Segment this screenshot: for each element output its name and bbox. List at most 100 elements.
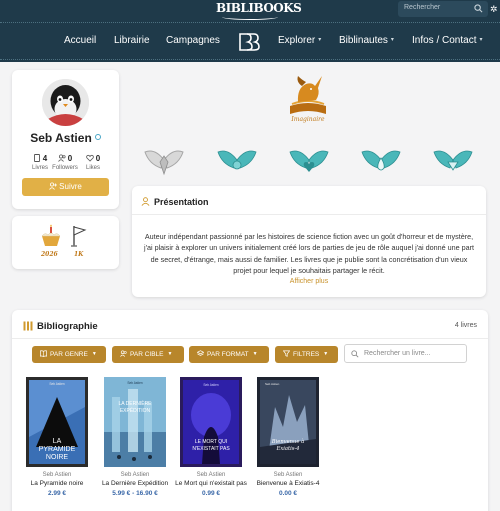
cover-author: Seb Astien: [265, 382, 280, 386]
nav-accueil[interactable]: Accueil: [64, 35, 96, 46]
chevron-down-icon: ▼: [323, 351, 329, 357]
layers-icon: [197, 350, 204, 356]
book-title[interactable]: La Pyramide noire: [15, 480, 99, 487]
chevron-down-icon: ▼: [91, 351, 97, 357]
nav-label: Librairie: [114, 35, 150, 46]
book-author[interactable]: Seb Astien: [246, 472, 330, 478]
site-search-placeholder: Rechercher: [404, 4, 441, 11]
stat-followers-value: 0: [50, 154, 80, 163]
main-nav: Accueil Librairie Campagnes Explorer ▾ Bi…: [0, 22, 500, 62]
stat-label: Followers: [52, 165, 78, 171]
cover-title-line2: PYRAMIDE: [39, 446, 76, 453]
nav-label: Campagnes: [166, 35, 220, 46]
filter-label: FILTRES: [293, 351, 320, 358]
bookshelf-icon: [23, 321, 33, 331]
filter-label: PAR CIBLE: [130, 351, 164, 358]
verified-icon: [94, 134, 101, 140]
book-price: 0.99 €: [201, 490, 221, 497]
book-author[interactable]: Seb Astien: [15, 472, 99, 478]
teal-wings-icon[interactable]: [216, 146, 258, 178]
cover-author: Seb Astien: [49, 382, 64, 386]
book-cover-exiatis[interactable]: Seb Astien Bienvenue à Exiatis-4: [257, 377, 319, 467]
book-cover-mort[interactable]: Seb Astien LE MORT QUI N'EXISTAIT PAS: [180, 377, 242, 467]
book-search-placeholder: Rechercher un livre...: [364, 350, 431, 357]
book-author[interactable]: Seb Astien: [93, 472, 177, 478]
presentation-text: Auteur indépendant passionné par les his…: [144, 232, 474, 275]
cake-icon[interactable]: [39, 224, 63, 248]
book-price: 2.99 €: [47, 490, 67, 497]
nav-label: Accueil: [64, 35, 97, 46]
stat-value: 0: [95, 154, 101, 163]
grey-wings-icon[interactable]: [143, 146, 185, 178]
badge-label: 2026: [41, 251, 58, 258]
chevron-down-icon: ▾: [390, 37, 394, 43]
filter-label: PAR FORMAT: [207, 351, 249, 358]
nav-biblinautes[interactable]: Biblinautes ▾: [339, 35, 394, 46]
book-icon: [33, 154, 40, 162]
cover-title-line1: LE MORT QUI: [195, 439, 227, 445]
filter-more-button[interactable]: FILTRES ▼: [275, 346, 338, 363]
presentation-card: Présentation Auteur indépendant passionn…: [132, 186, 486, 297]
filter-label: PAR GENRE: [50, 351, 88, 358]
nav-infos-contact[interactable]: Infos / Contact ▾: [412, 35, 483, 46]
nav-explorer[interactable]: Explorer ▾: [278, 35, 321, 46]
teal-drop-wings-icon[interactable]: [360, 146, 402, 178]
search-icon[interactable]: [474, 4, 483, 13]
users-icon: [120, 350, 127, 357]
stat-value: 4: [42, 154, 48, 163]
chevron-down-icon: ▾: [479, 37, 483, 43]
biblibooks-emblem-icon[interactable]: [238, 32, 260, 52]
book-cover-derniere-expedition[interactable]: Seb Astien LA DERNIÈRE EXPÉDITION: [104, 377, 166, 467]
badges-card: 2026 1K: [12, 216, 119, 269]
chevron-down-icon: ▾: [318, 37, 322, 43]
teal-heart-wings-icon[interactable]: [288, 146, 330, 178]
chevron-down-icon: ▼: [252, 351, 258, 357]
book-price: 0.00 €: [278, 490, 298, 497]
nav-librairie[interactable]: Librairie: [114, 35, 150, 46]
chevron-down-icon: ▼: [167, 351, 173, 357]
nav-campagnes[interactable]: Campagnes: [166, 35, 220, 46]
book-title[interactable]: Le Mort qui n'existait pas: [169, 480, 253, 487]
search-icon: [351, 350, 359, 358]
filter-target-button[interactable]: PAR CIBLE ▼: [112, 346, 184, 363]
book-title[interactable]: Bienvenue à Exiatis-4: [246, 480, 330, 487]
flag-icon[interactable]: [70, 224, 90, 248]
show-more-link[interactable]: Afficher plus: [132, 278, 486, 285]
divider: [12, 338, 488, 339]
avatar[interactable]: [42, 79, 89, 126]
book-title[interactable]: La Dernière Expédition: [93, 480, 177, 487]
book-author[interactable]: Seb Astien: [169, 472, 253, 478]
stat-value: 0: [67, 154, 73, 163]
book-price: 5.99 € - 16.90 €: [112, 490, 158, 497]
book-cover-pyramide[interactable]: Seb Astien LA PYRAMIDE NOIRE: [26, 377, 88, 467]
profile-name-text: Seb Astien: [30, 131, 92, 145]
bibliography-title: Bibliographie: [37, 321, 98, 332]
top-bar: BIBLIBOOKS Rechercher ✲: [0, 0, 500, 22]
gear-icon[interactable]: ✲: [490, 4, 500, 14]
nav-label: Infos / Contact: [412, 35, 477, 46]
book-meta-exiatis: Seb Astien Bienvenue à Exiatis-4 0.00 €: [246, 472, 330, 497]
site-search-input[interactable]: Rechercher: [398, 1, 488, 17]
nav-label: Explorer: [278, 35, 316, 46]
funnel-icon: [283, 350, 290, 357]
follow-label: Suivre: [59, 182, 82, 191]
filter-genre-button[interactable]: PAR GENRE ▼: [32, 346, 106, 363]
book-meta-derniere-expedition: Seb Astien La Dernière Expédition 5.99 €…: [93, 472, 177, 497]
book-search-input[interactable]: Rechercher un livre...: [344, 344, 467, 363]
nav-label: Biblinautes: [339, 35, 388, 46]
cover-title-line2: Exiatis-4: [276, 446, 300, 452]
cover-title-line2: EXPÉDITION: [120, 407, 151, 414]
stat-followers[interactable]: 0 Followers: [50, 154, 80, 171]
bibliography-section: Bibliographie 4 livres PAR GENRE ▼ PAR CI…: [12, 310, 488, 511]
badge-label: 1K: [74, 251, 84, 258]
divider: [132, 214, 486, 215]
imaginaire-label: Imaginaire: [291, 116, 325, 123]
cover-title-line3: NOIRE: [46, 454, 69, 461]
logo-swoosh: [222, 14, 278, 20]
filter-format-button[interactable]: PAR FORMAT ▼: [189, 346, 269, 363]
stat-likes[interactable]: 0 Likes: [78, 154, 108, 171]
follow-button[interactable]: Suivre: [22, 178, 109, 196]
cover-title-line1: LA DERNIÈRE: [118, 400, 152, 407]
add-user-icon: [49, 182, 58, 190]
teal-diamond-wings-icon[interactable]: [432, 146, 474, 178]
